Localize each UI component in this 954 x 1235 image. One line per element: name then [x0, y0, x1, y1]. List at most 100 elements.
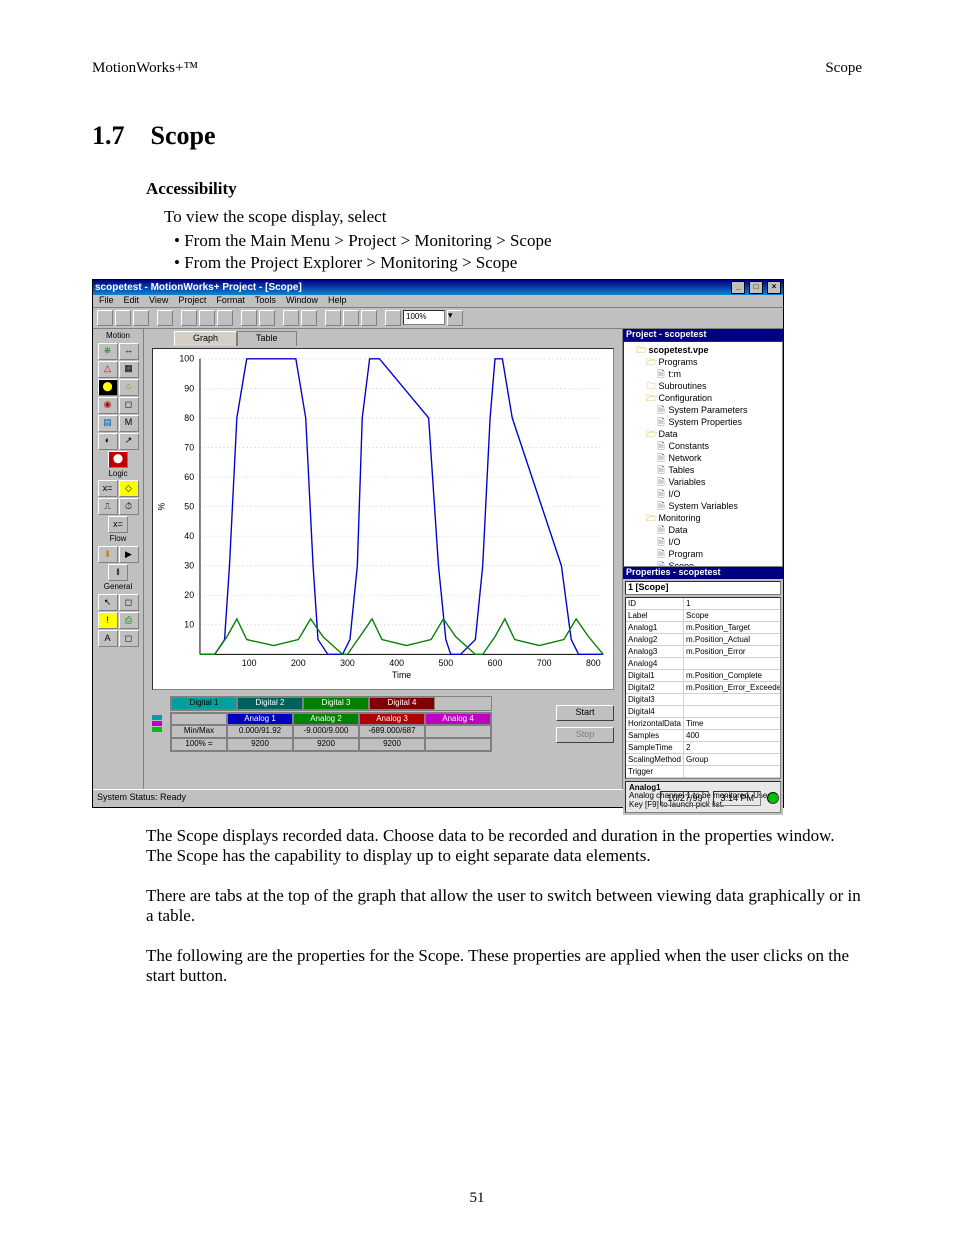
- menu-view[interactable]: View: [149, 296, 168, 306]
- tree-mprog[interactable]: Program: [669, 549, 704, 559]
- tool-b[interactable]: [301, 310, 317, 326]
- tool-flow-1[interactable]: ⬇: [98, 546, 118, 563]
- tool-gen-1[interactable]: ↖: [98, 594, 118, 611]
- tree-mdata[interactable]: Data: [669, 525, 688, 535]
- project-tree[interactable]: 🗁 scopetest.vpe 🗁 Programs 🗎 t:m 🗀 Subro…: [623, 341, 783, 567]
- tool-e[interactable]: [361, 310, 377, 326]
- tree-subroutines[interactable]: Subroutines: [659, 381, 707, 391]
- tool-logic-2[interactable]: ◇: [119, 480, 139, 497]
- tool-logic-1[interactable]: x=: [98, 480, 118, 497]
- properties-selector[interactable]: 1 [Scope]: [625, 581, 781, 595]
- tool-open[interactable]: [115, 310, 131, 326]
- menu-help[interactable]: Help: [328, 296, 347, 306]
- stop-button[interactable]: Stop: [556, 727, 614, 743]
- tool-motion-3[interactable]: △: [98, 361, 118, 378]
- tree-sysprop[interactable]: System Properties: [669, 417, 743, 427]
- running-head-left: MotionWorks+™: [92, 60, 198, 77]
- tool-motion-4[interactable]: ▦: [119, 361, 139, 378]
- tool-redo[interactable]: [259, 310, 275, 326]
- svg-text:700: 700: [537, 658, 552, 668]
- tool-motion-1[interactable]: ⎈: [98, 343, 118, 360]
- tree-tm[interactable]: t:m: [669, 369, 682, 379]
- hdr-analog3: Analog 3: [359, 713, 425, 726]
- tool-motion-9[interactable]: ▤: [98, 415, 118, 432]
- svg-text:60: 60: [184, 472, 194, 482]
- tool-gen-5[interactable]: A: [98, 630, 118, 647]
- menu-window[interactable]: Window: [286, 296, 318, 306]
- row-minmax: Min/Max: [171, 725, 227, 738]
- tool-gen-3[interactable]: !: [98, 612, 118, 629]
- menu-tools[interactable]: Tools: [255, 296, 276, 306]
- tree-sysvars[interactable]: System Variables: [669, 501, 738, 511]
- scope-plot: 1020304050607080901001002003004005006007…: [152, 348, 614, 690]
- section-title: Scope: [151, 121, 216, 150]
- close-button[interactable]: ×: [767, 281, 781, 294]
- svg-text:80: 80: [184, 413, 194, 423]
- tool-motion-5[interactable]: ⬤: [98, 379, 118, 396]
- tab-graph[interactable]: Graph: [174, 331, 237, 346]
- tool-save[interactable]: [133, 310, 149, 326]
- properties-grid[interactable]: ID1LabelScopeAnalog1m.Position_TargetAna…: [625, 597, 781, 779]
- tool-motion-7[interactable]: ◉: [98, 397, 118, 414]
- menu-project[interactable]: Project: [178, 296, 206, 306]
- start-button[interactable]: Start: [556, 705, 614, 721]
- tool-print[interactable]: [157, 310, 173, 326]
- tool-flow-2[interactable]: ▶: [119, 546, 139, 563]
- status-date: 10/27/99: [660, 791, 709, 806]
- tool-motion-6[interactable]: ⌂: [119, 379, 139, 396]
- tree-const[interactable]: Constants: [669, 441, 710, 451]
- tool-motion-13[interactable]: ⬤: [108, 451, 128, 468]
- accessibility-heading: Accessibility: [146, 179, 862, 199]
- tree-monitoring[interactable]: Monitoring: [659, 513, 701, 523]
- cell-mm1: 0.000/91.92: [227, 725, 293, 738]
- tool-gen-4[interactable]: ⎙: [119, 612, 139, 629]
- tool-logic-3[interactable]: ⎍: [98, 498, 118, 515]
- zoom-combo[interactable]: 100%: [403, 310, 445, 325]
- svg-text:800: 800: [586, 658, 601, 668]
- zoom-drop-icon[interactable]: ▾: [447, 310, 463, 326]
- section-number: 1.7: [92, 121, 125, 150]
- menu-format[interactable]: Format: [216, 296, 245, 306]
- cell-mm3: -689.000/687: [359, 725, 425, 738]
- tool-undo[interactable]: [241, 310, 257, 326]
- menu-file[interactable]: File: [99, 296, 114, 306]
- para-1: The Scope displays recorded data. Choose…: [146, 826, 862, 866]
- status-time: 3:14 PM: [713, 791, 761, 806]
- tree-config[interactable]: Configuration: [659, 393, 713, 403]
- maximize-button[interactable]: □: [749, 281, 763, 294]
- tree-root[interactable]: scopetest.vpe: [649, 345, 709, 355]
- tool-gen-6[interactable]: ◻: [119, 630, 139, 647]
- tool-d[interactable]: [343, 310, 359, 326]
- tool-a[interactable]: [283, 310, 299, 326]
- tool-motion-12[interactable]: ↗: [119, 433, 139, 450]
- tool-flow-3[interactable]: ‖: [108, 564, 128, 581]
- tool-cut[interactable]: [181, 310, 197, 326]
- svg-text:90: 90: [184, 383, 194, 393]
- properties-panel-title: Properties - scopetest: [623, 567, 783, 579]
- accessibility-bullet-2: • From the Project Explorer > Monitoring…: [174, 253, 862, 273]
- menu-edit[interactable]: Edit: [124, 296, 140, 306]
- tree-vars[interactable]: Variables: [669, 477, 706, 487]
- tool-c[interactable]: [325, 310, 341, 326]
- tool-motion-8[interactable]: ◻: [119, 397, 139, 414]
- tool-logic-4[interactable]: ⏱: [119, 498, 139, 515]
- tool-motion-2[interactable]: ↔: [119, 343, 139, 360]
- minimize-button[interactable]: _: [731, 281, 745, 294]
- tab-table[interactable]: Table: [237, 331, 297, 346]
- svg-text:10: 10: [184, 620, 194, 630]
- tree-mio[interactable]: I/O: [669, 537, 681, 547]
- tool-motion-10[interactable]: M: [119, 415, 139, 432]
- tree-tables[interactable]: Tables: [668, 465, 694, 475]
- tree-data[interactable]: Data: [659, 429, 678, 439]
- tool-f[interactable]: [385, 310, 401, 326]
- tree-network[interactable]: Network: [669, 453, 702, 463]
- tree-programs[interactable]: Programs: [659, 357, 698, 367]
- tool-logic-5[interactable]: x=: [108, 516, 128, 533]
- tree-sysparam[interactable]: System Parameters: [669, 405, 748, 415]
- tool-new[interactable]: [97, 310, 113, 326]
- tool-copy[interactable]: [199, 310, 215, 326]
- tool-paste[interactable]: [217, 310, 233, 326]
- tree-io[interactable]: I/O: [669, 489, 681, 499]
- tool-gen-2[interactable]: ◻: [119, 594, 139, 611]
- tool-motion-11[interactable]: ◐: [98, 433, 118, 450]
